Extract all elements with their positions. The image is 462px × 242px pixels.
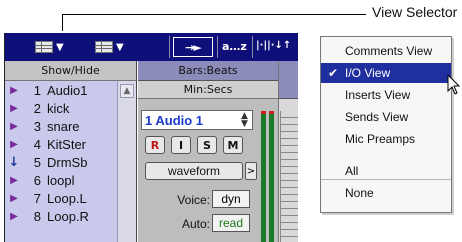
toolbar-divider [252,36,253,58]
groups-list-view-selector[interactable]: ▼ [95,38,124,56]
track-number: 6 [33,172,41,188]
mouse-cursor-icon [447,74,461,95]
chevron-right-icon[interactable]: > [245,162,257,180]
sort-options-button[interactable]: |·||·↓↑ [256,40,291,51]
track-list-item[interactable]: ▶ 3 snare [5,117,117,135]
mute-button[interactable]: M [223,136,243,154]
track-play-icon: ▶ [10,84,18,96]
track-number: 3 [33,118,41,134]
track-name: snare [47,118,80,134]
track-play-icon: ▶ [10,138,18,150]
auto-label: Auto: [181,217,210,231]
menu-item-comments-view[interactable]: Comments View [321,41,451,61]
track-number: 8 [33,208,41,224]
toolbar-divider [169,36,170,58]
sort-alpha-button[interactable]: a…z [222,40,247,53]
menu-item-io-view[interactable]: ✔ I/O View [321,63,451,83]
track-number: 1 [33,82,41,98]
track-list-item[interactable]: ▶ 7 Loop.L [5,189,117,207]
track-name: KitSter [47,136,87,152]
track-number: 4 [33,136,41,152]
voice-selector[interactable]: dyn [212,190,250,208]
callout-leader-vertical [62,14,63,31]
show-hide-header[interactable]: Show/Hide [5,61,136,81]
scroll-up-icon[interactable]: ▲ [120,84,134,98]
track-view-selector[interactable]: waveform [145,162,243,180]
track-number: 2 [33,100,41,116]
menu-item-label: I/O View [345,66,391,80]
track-name: loopl [47,172,75,188]
record-enable-button[interactable]: R [145,136,165,154]
min-secs-ruler[interactable]: Min:Secs [138,81,278,99]
track-down-arrow-icon: ↓ [8,154,20,170]
dropdown-arrow-icon: ▼ [116,41,124,53]
track-play-icon: ▶ [10,210,18,222]
track-name: DrmSb [47,154,88,170]
callout-leader-horizontal [62,14,366,15]
track-list-item[interactable]: ▶ 2 kick [5,99,117,117]
track-number: 5 [33,154,41,170]
bars-beats-ruler[interactable]: Bars:Beats [138,61,278,81]
toolbar-divider [217,36,218,58]
track-play-icon: ▶ [10,120,18,132]
callout-view-selector-label: View Selector [372,4,458,20]
track-list-item[interactable]: ▶ 6 loopl [5,171,117,189]
level-meter-right [269,114,274,242]
track-play-icon: ▶ [10,102,18,114]
automation-mode-selector[interactable]: read [212,214,250,232]
menu-item-none[interactable]: None [321,183,451,203]
menu-item-inserts-view[interactable]: Inserts View [321,85,451,105]
track-number: 7 [33,190,41,206]
menu-item-mic-preamps[interactable]: Mic Preamps [321,129,451,149]
table-icon [35,41,53,53]
table-icon [95,41,113,53]
menu-item-sends-view[interactable]: Sends View [321,107,451,127]
solo-button[interactable]: S [197,136,217,154]
view-selector-menu: Comments View ✔ I/O View Inserts View Se… [320,36,452,213]
track-list-item[interactable]: ▶ 1 Audio1 [5,81,117,99]
voice-label: Voice: [177,193,210,207]
checkmark-icon: ✔ [328,66,339,80]
edit-window-fragment: ▼ ▼ →► a…z |·||·↓↑ Show/Hide ▶ 1 Audio1 … [4,33,298,242]
track-name: Loop.L [47,190,87,206]
tracks-show-hide-list: Show/Hide ▶ 1 Audio1 ▶ 2 kick ▶ 3 snare … [5,61,137,242]
track-name-stepper-icon[interactable]: ▲ ▼ [241,112,251,129]
track-list-view-selector[interactable]: ▼ [35,38,64,56]
level-meter-left [261,114,266,242]
menu-item-all[interactable]: All [321,161,451,181]
edit-window-toolbar: ▼ ▼ →► a…z |·||·↓↑ [5,33,298,61]
dropdown-arrow-icon: ▼ [56,41,64,53]
ruler-column: Bars:Beats Min:Secs [138,61,278,99]
track-name-field[interactable]: 1 Audio 1 [141,110,253,130]
ruler-right-header [279,61,298,99]
track-list-item[interactable]: ↓ 5 DrmSb [5,153,117,171]
meter-scale [280,111,298,242]
view-selector-button[interactable]: →► [173,37,213,57]
track-name: Audio1 [47,82,88,98]
track-name: kick [47,100,70,116]
track-play-icon: ▶ [10,192,18,204]
track-name: Loop.R [47,208,89,224]
track-play-icon: ▶ [10,174,18,186]
track-list-scrollbar[interactable]: ▲ [117,81,136,242]
track-list-item[interactable]: ▶ 4 KitSter [5,135,117,153]
track-list-item[interactable]: ▶ 8 Loop.R [5,207,117,225]
input-monitor-button[interactable]: I [171,136,191,154]
